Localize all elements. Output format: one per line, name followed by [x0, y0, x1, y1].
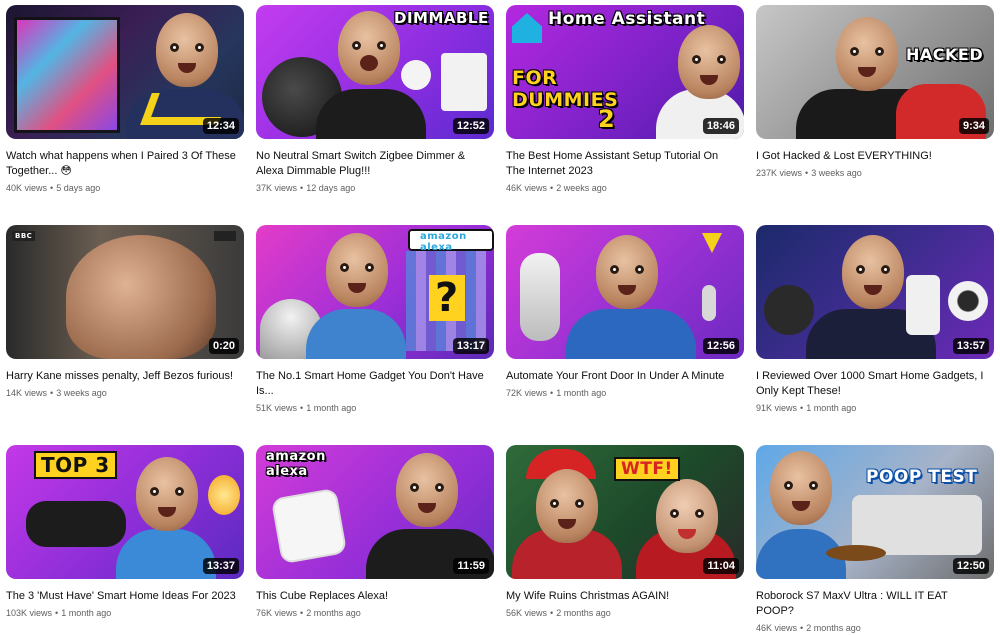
thumbnail-caption: Home Assistant — [548, 9, 706, 29]
video-card[interactable]: DIMMABLE 12:52 No Neutral Smart Switch Z… — [256, 5, 494, 195]
upload-age: 3 weeks ago — [811, 168, 862, 178]
question-mark: ? — [429, 275, 465, 321]
thumbnail-caption: DIMMABLE — [394, 9, 489, 27]
video-meta: 46K views • 2 weeks ago — [506, 183, 607, 193]
thumbnail-number: 2 — [598, 105, 616, 133]
alexa-badge-text: amazon alexa — [420, 231, 467, 253]
video-meta: 51K views • 1 month ago — [256, 403, 357, 413]
video-title[interactable]: Roborock S7 MaxV Ultra : WILL IT EAT POO… — [756, 589, 986, 619]
video-card[interactable]: amazon alexa 11:59 This Cube Replaces Al… — [256, 445, 494, 620]
view-count: 72K views — [506, 388, 548, 398]
video-thumbnail[interactable]: 12:56 — [506, 225, 744, 359]
upload-age: 5 days ago — [56, 183, 101, 193]
view-count: 46K views — [506, 183, 548, 193]
upload-age: 2 weeks ago — [556, 183, 607, 193]
video-duration: 11:04 — [703, 558, 739, 574]
thumbnail-caption: WTF! — [614, 457, 680, 481]
view-count: 40K views — [6, 183, 48, 193]
video-thumbnail[interactable]: POOP TEST 12:50 — [756, 445, 994, 579]
video-card[interactable]: 13:57 I Reviewed Over 1000 Smart Home Ga… — [756, 225, 994, 415]
upload-age: 2 months ago — [556, 608, 611, 618]
video-title[interactable]: The No.1 Smart Home Gadget You Don't Hav… — [256, 369, 486, 399]
alexa-caption: amazon alexa — [266, 449, 326, 479]
video-title[interactable]: I Reviewed Over 1000 Smart Home Gadgets,… — [756, 369, 986, 399]
video-title[interactable]: Automate Your Front Door In Under A Minu… — [506, 369, 736, 384]
upload-age: 1 month ago — [806, 403, 857, 413]
video-card[interactable]: BBC 0:20 Harry Kane misses penalty, Jeff… — [6, 225, 244, 400]
video-card[interactable]: 12:56 Automate Your Front Door In Under … — [506, 225, 744, 400]
video-meta: 72K views • 1 month ago — [506, 388, 607, 398]
video-thumbnail[interactable]: amazon alexa ? 13:17 — [256, 225, 494, 359]
video-duration: 18:46 — [702, 118, 739, 134]
view-count: 91K views — [756, 403, 798, 413]
upload-age: 2 months ago — [306, 608, 361, 618]
video-thumbnail[interactable]: BBC 0:20 — [6, 225, 244, 359]
video-meta: 237K views • 3 weeks ago — [756, 168, 862, 178]
upload-age: 1 month ago — [556, 388, 607, 398]
video-title[interactable]: Watch what happens when I Paired 3 Of Th… — [6, 149, 236, 179]
video-duration: 11:59 — [453, 558, 489, 574]
video-meta: 37K views • 12 days ago — [256, 183, 356, 193]
video-meta: 91K views • 1 month ago — [756, 403, 857, 413]
video-card[interactable]: Home Assistant FOR DUMMIES 2 18:46 The B… — [506, 5, 744, 195]
video-duration: 12:34 — [202, 118, 239, 134]
thumbnail-caption: POOP TEST — [866, 467, 978, 487]
video-card[interactable]: 12:34 Watch what happens when I Paired 3… — [6, 5, 244, 195]
view-count: 76K views — [256, 608, 298, 618]
upload-age: 3 weeks ago — [56, 388, 107, 398]
view-count: 56K views — [506, 608, 548, 618]
thumbnail-caption: HACKED — [906, 45, 984, 64]
video-meta: 14K views • 3 weeks ago — [6, 388, 107, 398]
view-count: 103K views — [6, 608, 53, 618]
video-meta: 40K views • 5 days ago — [6, 183, 101, 193]
video-card[interactable]: HACKED 9:34 I Got Hacked & Lost EVERYTHI… — [756, 5, 994, 180]
video-thumbnail[interactable]: 12:34 — [6, 5, 244, 139]
video-title[interactable]: I Got Hacked & Lost EVERYTHING! — [756, 149, 986, 164]
video-title[interactable]: The Best Home Assistant Setup Tutorial O… — [506, 149, 736, 179]
broadcaster-logo: BBC — [12, 231, 36, 241]
video-thumbnail[interactable]: DIMMABLE 12:52 — [256, 5, 494, 139]
video-thumbnail[interactable]: HACKED 9:34 — [756, 5, 994, 139]
video-duration: 13:37 — [202, 558, 239, 574]
video-title[interactable]: This Cube Replaces Alexa! — [256, 589, 486, 604]
video-meta: 103K views • 1 month ago — [6, 608, 112, 618]
video-meta: 76K views • 2 months ago — [256, 608, 361, 618]
video-card[interactable]: TOP 3 13:37 The 3 'Must Have' Smart Home… — [6, 445, 244, 620]
video-card[interactable]: amazon alexa ? 13:17 The No.1 Smart Home… — [256, 225, 494, 415]
video-duration: 13:17 — [452, 338, 489, 354]
view-count: 46K views — [756, 623, 798, 633]
video-duration: 13:57 — [952, 338, 989, 354]
video-duration: 12:56 — [702, 338, 739, 354]
video-grid: 12:34 Watch what happens when I Paired 3… — [0, 0, 1000, 633]
view-count: 37K views — [256, 183, 298, 193]
upload-age: 1 month ago — [61, 608, 112, 618]
video-meta: 56K views • 2 months ago — [506, 608, 611, 618]
view-count: 51K views — [256, 403, 298, 413]
video-duration: 0:20 — [208, 338, 239, 354]
video-title[interactable]: My Wife Ruins Christmas AGAIN! — [506, 589, 736, 604]
view-count: 14K views — [6, 388, 48, 398]
video-duration: 9:34 — [958, 118, 989, 134]
video-card[interactable]: POOP TEST 12:50 Roborock S7 MaxV Ultra :… — [756, 445, 994, 635]
video-card[interactable]: WTF! 11:04 My Wife Ruins Christmas AGAIN… — [506, 445, 744, 620]
video-thumbnail[interactable]: WTF! 11:04 — [506, 445, 744, 579]
video-title[interactable]: No Neutral Smart Switch Zigbee Dimmer & … — [256, 149, 486, 179]
video-thumbnail[interactable]: amazon alexa 11:59 — [256, 445, 494, 579]
video-meta: 46K views • 2 months ago — [756, 623, 861, 633]
video-thumbnail[interactable]: TOP 3 13:37 — [6, 445, 244, 579]
video-thumbnail[interactable]: 13:57 — [756, 225, 994, 359]
view-count: 237K views — [756, 168, 803, 178]
video-thumbnail[interactable]: Home Assistant FOR DUMMIES 2 18:46 — [506, 5, 744, 139]
upload-age: 1 month ago — [306, 403, 357, 413]
upload-age: 12 days ago — [306, 183, 356, 193]
video-title[interactable]: Harry Kane misses penalty, Jeff Bezos fu… — [6, 369, 236, 384]
upload-age: 2 months ago — [806, 623, 861, 633]
video-duration: 12:52 — [452, 118, 489, 134]
video-duration: 12:50 — [952, 558, 989, 574]
thumbnail-caption: TOP 3 — [34, 451, 117, 479]
video-title[interactable]: The 3 'Must Have' Smart Home Ideas For 2… — [6, 589, 236, 604]
